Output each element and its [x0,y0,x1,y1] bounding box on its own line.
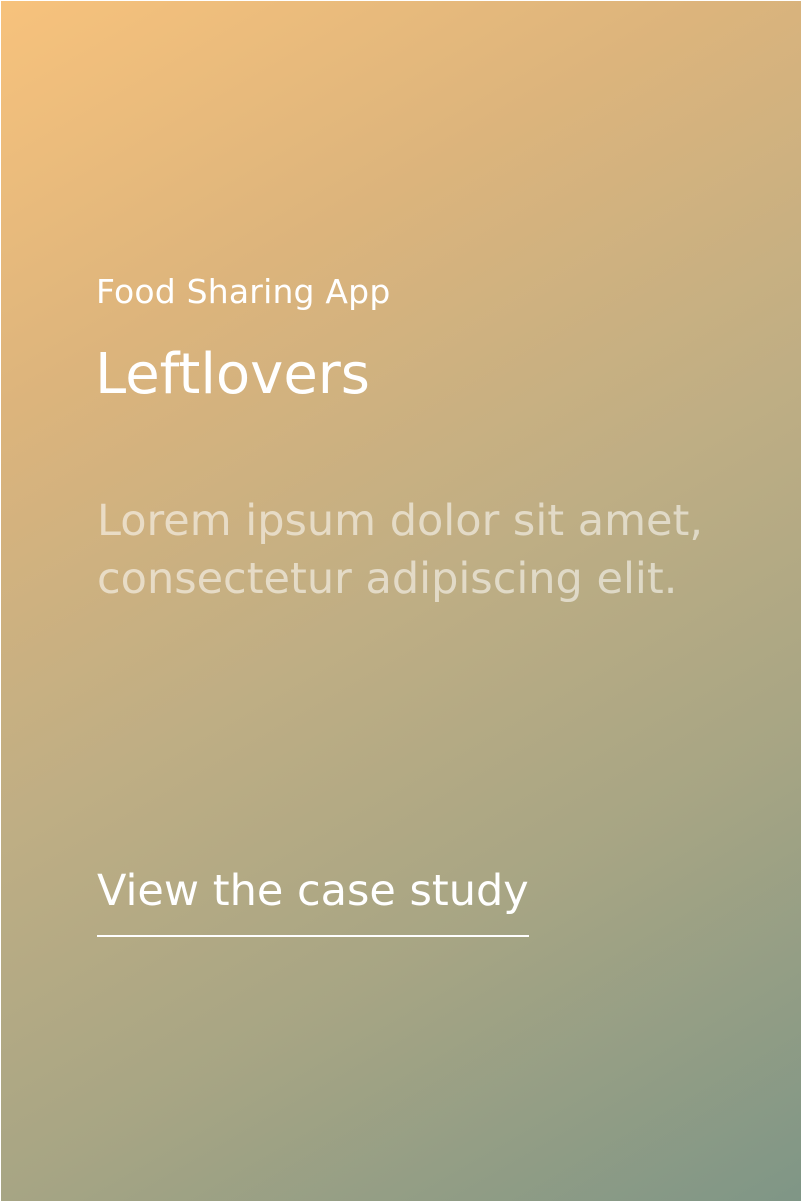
project-card: Food Sharing App Leftlovers Lorem ipsum … [1,1,801,1201]
project-description: Lorem ipsum dolor sit amet, consectetur … [97,496,704,604]
project-category: Food Sharing App [96,272,391,311]
project-title: Leftlovers [95,342,370,407]
view-case-study-link[interactable]: View the case study [97,861,529,937]
